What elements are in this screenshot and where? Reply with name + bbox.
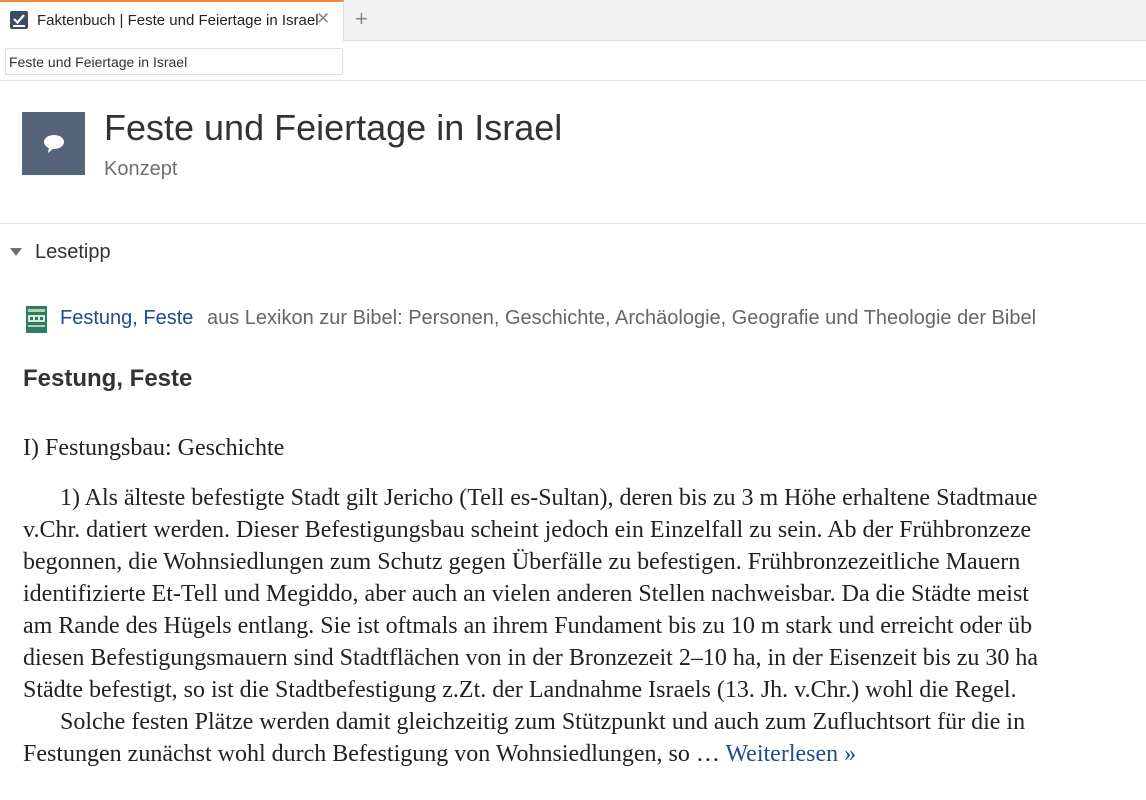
checklist-icon	[10, 11, 28, 29]
page-title: Feste und Feiertage in Israel	[104, 107, 563, 148]
caret-down-icon[interactable]	[10, 248, 22, 256]
book-icon	[26, 306, 47, 333]
article-heading: Festung, Feste	[23, 365, 193, 392]
text-line: Städte befestigt, so ist die Stadtbefest…	[23, 677, 1017, 703]
page-subtitle: Konzept	[104, 158, 178, 180]
source-link[interactable]: Festung, Feste	[60, 307, 193, 330]
source-description: aus Lexikon zur Bibel: Personen, Geschic…	[207, 307, 1037, 329]
article: Festung, Feste I) Festungsbau: Geschicht…	[23, 363, 1146, 770]
article-paragraph-2: Solche festen Plätze werden damit gleich…	[23, 706, 1146, 770]
source-row: Festung, Feste aus Lexikon zur Bibel: Pe…	[26, 306, 1146, 334]
text-line: diesen Befestigungsmauern sind Stadtfläc…	[23, 645, 1039, 671]
page-header: Feste und Feiertage in Israel Konzept	[0, 81, 1146, 224]
text-line-content: Festungen zunächst wohl durch Befestigun…	[23, 741, 720, 767]
section-title: Lesetipp	[35, 241, 111, 263]
add-tab-icon[interactable]: +	[355, 7, 368, 31]
text-line: begonnen, die Wohnsiedlungen zum Schutz …	[23, 549, 1021, 575]
article-subheading: I) Festungsbau: Geschichte	[23, 435, 285, 461]
text-line: am Rande des Hügels entlang. Sie ist oft…	[23, 613, 1033, 639]
concept-tile	[22, 112, 85, 175]
tab-title: Faktenbuch | Feste und Feiertage in Isra…	[37, 12, 319, 29]
text-line: 1) Als älteste befestigte Stadt gilt Jer…	[60, 485, 1038, 511]
text-line: Solche festen Plätze werden damit gleich…	[60, 709, 1026, 735]
text-line: v.Chr. datiert werden. Dieser Befestigun…	[23, 517, 1032, 543]
text-line: identifizierte Et-Tell und Megiddo, aber…	[23, 581, 1029, 607]
address-input[interactable]	[5, 48, 343, 75]
tab-active[interactable]: Faktenbuch | Feste und Feiertage in Isra…	[0, 0, 344, 41]
tab-bar: Faktenbuch | Feste und Feiertage in Isra…	[0, 0, 1146, 41]
speech-bubble-icon	[44, 135, 64, 153]
text-line-last: Festungen zunächst wohl durch Befestigun…	[23, 738, 1146, 770]
close-icon[interactable]: ✕	[316, 9, 330, 29]
read-more-link[interactable]: Weiterlesen »	[725, 741, 856, 767]
section-lesetipp[interactable]: Lesetipp	[0, 238, 400, 268]
article-paragraph-1: 1) Als älteste befestigte Stadt gilt Jer…	[23, 482, 1146, 706]
address-bar	[0, 41, 1146, 81]
